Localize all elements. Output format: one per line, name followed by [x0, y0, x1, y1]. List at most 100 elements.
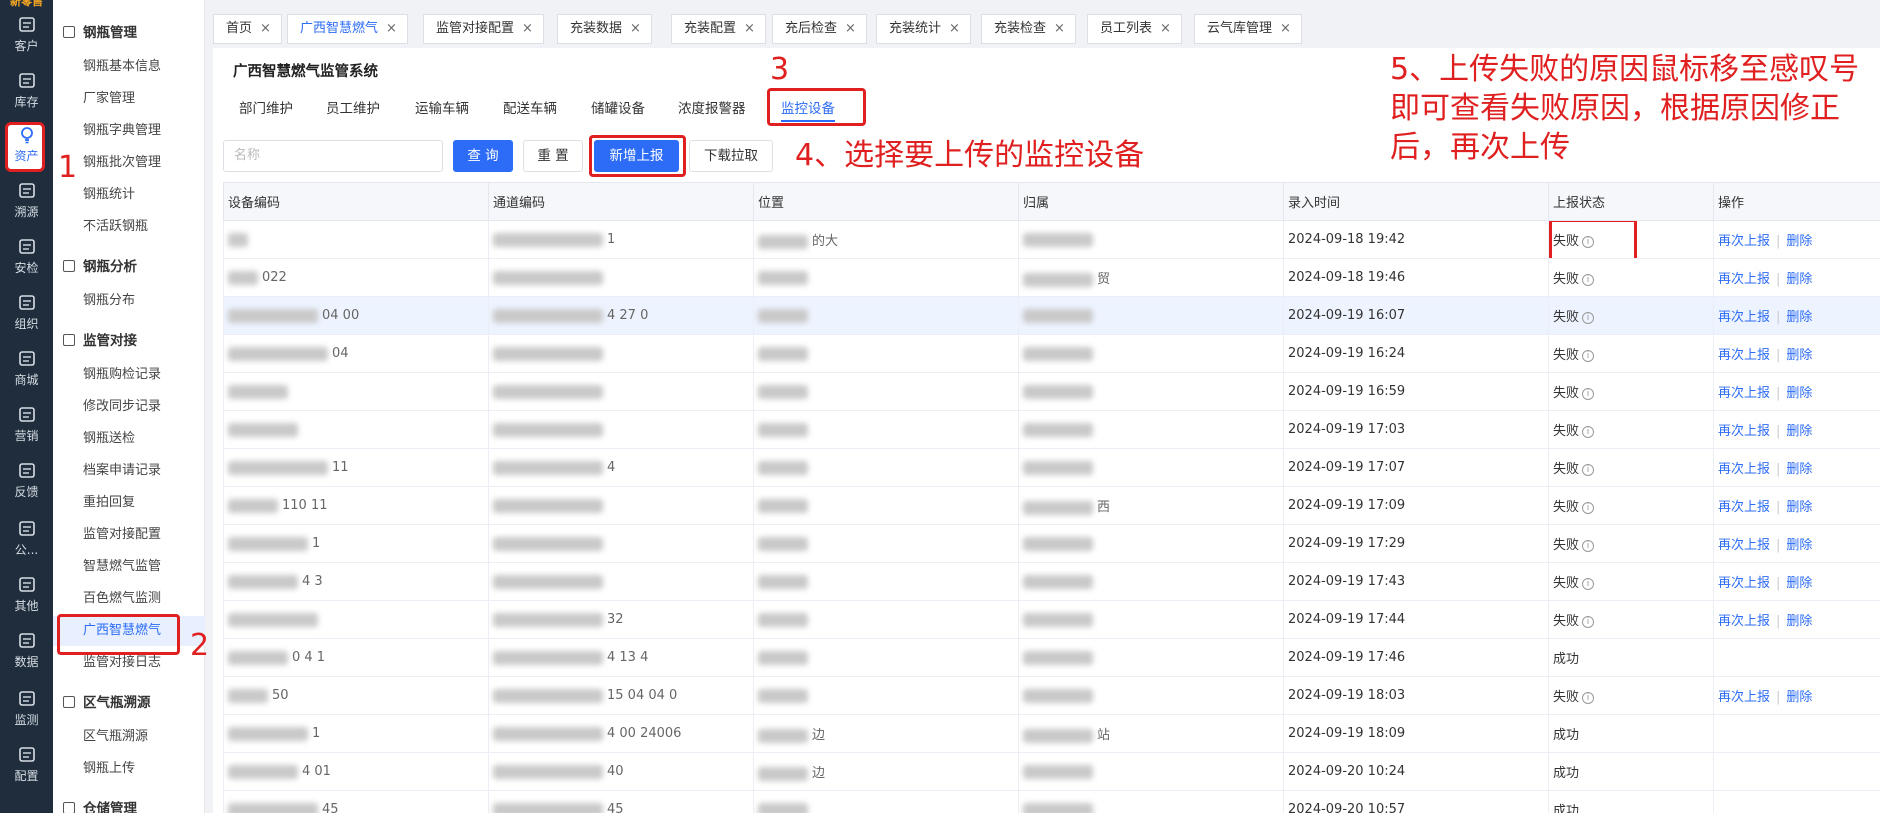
- reupload-link[interactable]: 再次上报: [1718, 424, 1770, 439]
- rail-item-5[interactable]: 组织: [0, 288, 53, 340]
- tab-7[interactable]: 充装检查 ×: [981, 14, 1076, 44]
- menu-item[interactable]: 钢瓶送检: [53, 424, 205, 454]
- menu-item[interactable]: 不活跃钢瓶: [53, 212, 205, 242]
- menu-group-4[interactable]: 仓储管理: [53, 794, 205, 813]
- tab-2[interactable]: 监管对接配置 ×: [423, 14, 544, 44]
- delete-link[interactable]: 删除: [1786, 614, 1812, 629]
- rail-item-6[interactable]: 商城: [0, 344, 53, 396]
- subtab-3[interactable]: 配送车辆: [503, 96, 557, 122]
- info-icon[interactable]: i: [1582, 616, 1595, 628]
- menu-group-2[interactable]: 监管对接: [53, 326, 205, 356]
- reupload-link[interactable]: 再次上报: [1718, 348, 1770, 363]
- tab-9[interactable]: 云气库管理 ×: [1194, 14, 1302, 44]
- info-icon[interactable]: i: [1582, 464, 1595, 476]
- delete-link[interactable]: 删除: [1786, 386, 1812, 401]
- menu-item[interactable]: 钢瓶分布: [53, 286, 205, 316]
- info-icon[interactable]: i: [1582, 502, 1595, 514]
- rail-item-12[interactable]: 监测: [0, 684, 53, 736]
- delete-link[interactable]: 删除: [1786, 272, 1812, 287]
- close-icon[interactable]: ×: [386, 21, 397, 36]
- close-icon[interactable]: ×: [744, 21, 755, 36]
- info-icon[interactable]: i: [1582, 692, 1595, 704]
- rail-item-2[interactable]: 资产: [0, 120, 53, 172]
- subtab-5[interactable]: 浓度报警器: [678, 96, 746, 122]
- reupload-link[interactable]: 再次上报: [1718, 462, 1770, 477]
- info-icon[interactable]: i: [1582, 274, 1595, 286]
- delete-link[interactable]: 删除: [1786, 424, 1812, 439]
- add-report-button[interactable]: 新增上报: [589, 135, 686, 177]
- info-icon[interactable]: i: [1582, 578, 1595, 590]
- delete-link[interactable]: 删除: [1786, 310, 1812, 325]
- close-icon[interactable]: ×: [949, 21, 960, 36]
- rail-item-8[interactable]: 反馈: [0, 456, 53, 508]
- reupload-link[interactable]: 再次上报: [1718, 234, 1770, 249]
- reupload-link[interactable]: 再次上报: [1718, 576, 1770, 591]
- download-pull-button[interactable]: 下载拉取: [689, 140, 773, 172]
- close-icon[interactable]: ×: [522, 21, 533, 36]
- menu-item[interactable]: 区气瓶溯源: [53, 722, 205, 752]
- menu-item[interactable]: 钢瓶字典管理: [53, 116, 205, 146]
- tab-4[interactable]: 充装配置 ×: [671, 14, 766, 44]
- tab-5[interactable]: 充后检查 ×: [772, 14, 867, 44]
- delete-link[interactable]: 删除: [1786, 576, 1812, 591]
- menu-item[interactable]: 百色燃气监测: [53, 584, 205, 614]
- rail-item-0[interactable]: 客户: [0, 10, 53, 62]
- menu-item[interactable]: 档案申请记录: [53, 456, 205, 486]
- query-button[interactable]: 查 询: [453, 140, 513, 172]
- info-icon[interactable]: i: [1582, 312, 1595, 324]
- rail-item-10[interactable]: 其他: [0, 570, 53, 622]
- tab-3[interactable]: 充装数据 ×: [557, 14, 652, 44]
- rail-item-9[interactable]: 公...: [0, 514, 53, 566]
- menu-item[interactable]: 监管对接日志: [53, 648, 205, 678]
- subtab-4[interactable]: 储罐设备: [591, 96, 645, 122]
- close-icon[interactable]: ×: [1280, 21, 1291, 36]
- tab-8[interactable]: 员工列表 ×: [1087, 14, 1182, 44]
- close-icon[interactable]: ×: [630, 21, 641, 36]
- info-icon[interactable]: i: [1582, 540, 1595, 552]
- rail-item-1[interactable]: 库存: [0, 66, 53, 118]
- rail-item-4[interactable]: 安检: [0, 232, 53, 284]
- info-icon[interactable]: i: [1582, 350, 1595, 362]
- menu-item[interactable]: 钢瓶基本信息: [53, 52, 205, 82]
- menu-group-0[interactable]: 钢瓶管理: [53, 18, 205, 48]
- name-search-input[interactable]: 名称: [223, 140, 443, 172]
- subtab-0[interactable]: 部门维护: [239, 96, 293, 122]
- reset-button[interactable]: 重 置: [523, 140, 583, 172]
- reupload-link[interactable]: 再次上报: [1718, 272, 1770, 287]
- tab-1[interactable]: 广西智慧燃气 ×: [287, 14, 408, 44]
- close-icon[interactable]: ×: [1160, 21, 1171, 36]
- rail-item-7[interactable]: 营销: [0, 400, 53, 452]
- rail-item-11[interactable]: 数据: [0, 626, 53, 678]
- close-icon[interactable]: ×: [845, 21, 856, 36]
- delete-link[interactable]: 删除: [1786, 538, 1812, 553]
- tab-0[interactable]: 首页 ×: [213, 14, 282, 44]
- tab-6[interactable]: 充装统计 ×: [876, 14, 971, 44]
- subtab-1[interactable]: 员工维护: [326, 96, 380, 122]
- rail-item-13[interactable]: 配置: [0, 740, 53, 792]
- menu-item[interactable]: 钢瓶购检记录: [53, 360, 205, 390]
- rail-item-3[interactable]: 溯源: [0, 176, 53, 228]
- close-icon[interactable]: ×: [260, 21, 271, 36]
- menu-item[interactable]: 重拍回复: [53, 488, 205, 518]
- reupload-link[interactable]: 再次上报: [1718, 310, 1770, 325]
- info-icon[interactable]: i: [1582, 426, 1595, 438]
- reupload-link[interactable]: 再次上报: [1718, 614, 1770, 629]
- reupload-link[interactable]: 再次上报: [1718, 386, 1770, 401]
- subtab-6[interactable]: 监控设备: [767, 88, 866, 126]
- menu-item[interactable]: 监管对接配置: [53, 520, 205, 550]
- reupload-link[interactable]: 再次上报: [1718, 500, 1770, 515]
- menu-group-3[interactable]: 区气瓶溯源: [53, 688, 205, 718]
- subtab-2[interactable]: 运输车辆: [415, 96, 469, 122]
- menu-item[interactable]: 钢瓶上传: [53, 754, 205, 784]
- menu-item[interactable]: 修改同步记录: [53, 392, 205, 422]
- delete-link[interactable]: 删除: [1786, 234, 1812, 249]
- delete-link[interactable]: 删除: [1786, 690, 1812, 705]
- close-icon[interactable]: ×: [1054, 21, 1065, 36]
- menu-item[interactable]: 智慧燃气监管: [53, 552, 205, 582]
- menu-group-1[interactable]: 钢瓶分析: [53, 252, 205, 282]
- info-icon[interactable]: i: [1582, 388, 1595, 400]
- delete-link[interactable]: 删除: [1786, 462, 1812, 477]
- reupload-link[interactable]: 再次上报: [1718, 690, 1770, 705]
- reupload-link[interactable]: 再次上报: [1718, 538, 1770, 553]
- delete-link[interactable]: 删除: [1786, 500, 1812, 515]
